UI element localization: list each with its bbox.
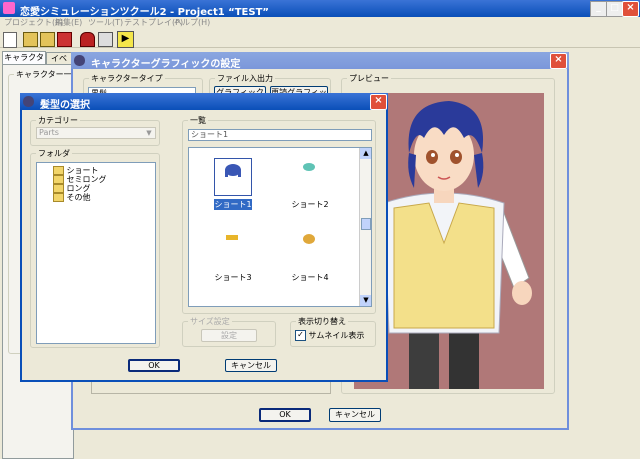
- hair-dialog-close-icon[interactable]: ×: [370, 94, 387, 110]
- menu-help[interactable]: ヘルプ(H): [174, 17, 210, 28]
- hair-thumbnail: [215, 229, 249, 263]
- play-icon[interactable]: ▶: [117, 31, 134, 48]
- hair-cancel-button[interactable]: キャンセル: [225, 359, 277, 372]
- menu-tools[interactable]: ツール(T): [88, 17, 123, 28]
- thumbnail-checkbox-label: サムネイル表示: [308, 331, 365, 340]
- hair-dialog-icon: [23, 96, 34, 107]
- graphic-cancel-button[interactable]: キャンセル: [329, 408, 381, 422]
- folder-label-other: その他: [66, 193, 91, 202]
- menu-bar: プロジェクト(P) 編集(E) ツール(T) テストプレイ(P) ヘルプ(H): [0, 17, 640, 29]
- magnet-icon[interactable]: [80, 32, 95, 47]
- new-icon[interactable]: [3, 32, 17, 48]
- window-title: 恋愛シミュレーションツクール2 - Project1 “TEST”: [20, 7, 269, 18]
- main-title-bar: 恋愛シミュレーションツクール2 - Project1 “TEST” _ □ ×: [0, 0, 640, 18]
- close-icon[interactable]: ×: [622, 1, 639, 17]
- list-label: 一覧: [188, 115, 208, 126]
- hair-dialog-title: 髪型の選択: [40, 100, 90, 111]
- app-icon: [3, 2, 15, 14]
- dialog-icon: [74, 55, 85, 66]
- list-group: 一覧 ショート1 ショート1 ショート2 ショート3 ショート4 ▲ ▼: [182, 115, 376, 314]
- chevron-down-icon[interactable]: ▼: [144, 128, 154, 138]
- size-group: サイズ設定 設定: [182, 316, 276, 347]
- menu-edit[interactable]: 編集(E): [55, 17, 82, 28]
- thumbnail-list[interactable]: ショート1 ショート2 ショート3 ショート4 ▲ ▼: [188, 147, 372, 307]
- selected-name-field[interactable]: ショート1: [188, 129, 372, 141]
- category-value: Parts: [39, 128, 59, 137]
- hair-ok-button[interactable]: OK: [128, 359, 180, 372]
- list-item-label: ショート2: [291, 200, 329, 209]
- file-io-label: ファイル入出力: [215, 73, 275, 84]
- size-settings-button[interactable]: 設定: [201, 329, 257, 342]
- save-icon[interactable]: [57, 32, 72, 47]
- scroll-down-icon[interactable]: ▼: [360, 295, 371, 306]
- open-icon[interactable]: [23, 32, 38, 47]
- folder-tree[interactable]: ショート セミロング ロング その他: [36, 162, 156, 344]
- list-item-label: ショート3: [214, 273, 252, 282]
- list-item-label: ショート4: [291, 273, 329, 282]
- category-label: カテゴリー: [36, 115, 80, 126]
- thumbnail-checkbox[interactable]: ✓: [295, 330, 306, 341]
- list-item-label: ショート1: [214, 199, 252, 210]
- category-group: カテゴリー Parts ▼: [30, 115, 160, 146]
- display-toggle-label: 表示切り替え: [296, 316, 348, 327]
- character-type-label: キャラクタータイプ: [89, 73, 165, 84]
- tab-character[interactable]: キャラクター: [2, 51, 46, 74]
- list-item[interactable]: [291, 228, 329, 266]
- thumbnail-checkbox-row[interactable]: ✓ サムネイル表示: [295, 330, 364, 341]
- list-item[interactable]: [214, 158, 252, 196]
- hair-thumbnail: [292, 229, 326, 263]
- folder-label: フォルダ: [36, 148, 72, 159]
- category-select[interactable]: Parts ▼: [36, 127, 156, 139]
- scroll-up-icon[interactable]: ▲: [360, 148, 371, 159]
- preview-label: プレビュー: [347, 73, 391, 84]
- maximize-icon[interactable]: □: [606, 1, 623, 17]
- hair-thumbnail: [292, 159, 326, 193]
- list-scrollbar[interactable]: ▲ ▼: [359, 148, 371, 306]
- graphic-dialog-title-bar: キャラクターグラフィックの設定 ×: [71, 52, 569, 70]
- tab-event[interactable]: イベ: [46, 52, 72, 64]
- minimize-icon[interactable]: _: [590, 1, 607, 17]
- folder-group: フォルダ ショート セミロング ロング その他: [30, 148, 160, 348]
- list-item[interactable]: [214, 228, 252, 266]
- scroll-thumb[interactable]: [361, 218, 371, 230]
- hair-dialog-title-bar: 髪型の選択 ×: [20, 93, 388, 111]
- tab-event-label: イベ: [51, 54, 67, 63]
- graphic-ok-button[interactable]: OK: [259, 408, 311, 422]
- folder-icon: [53, 193, 64, 202]
- size-label: サイズ設定: [188, 316, 232, 327]
- display-toggle-group: 表示切り替え ✓ サムネイル表示: [290, 316, 376, 347]
- graphic-dialog-title: キャラクターグラフィックの設定: [91, 59, 241, 70]
- stop-icon[interactable]: [98, 32, 113, 47]
- hair-dialog: 髪型の選択 × カテゴリー Parts ▼ フォルダ ショート セミロング ロン…: [20, 93, 388, 382]
- list-item[interactable]: [291, 158, 329, 196]
- folder-item[interactable]: その他: [53, 192, 91, 203]
- selected-name-value: ショート1: [191, 130, 229, 139]
- hair-thumbnail: [216, 160, 250, 194]
- toolbar: ▶: [0, 30, 640, 48]
- folder-icon[interactable]: [40, 32, 55, 47]
- graphic-dialog-close-icon[interactable]: ×: [550, 53, 567, 69]
